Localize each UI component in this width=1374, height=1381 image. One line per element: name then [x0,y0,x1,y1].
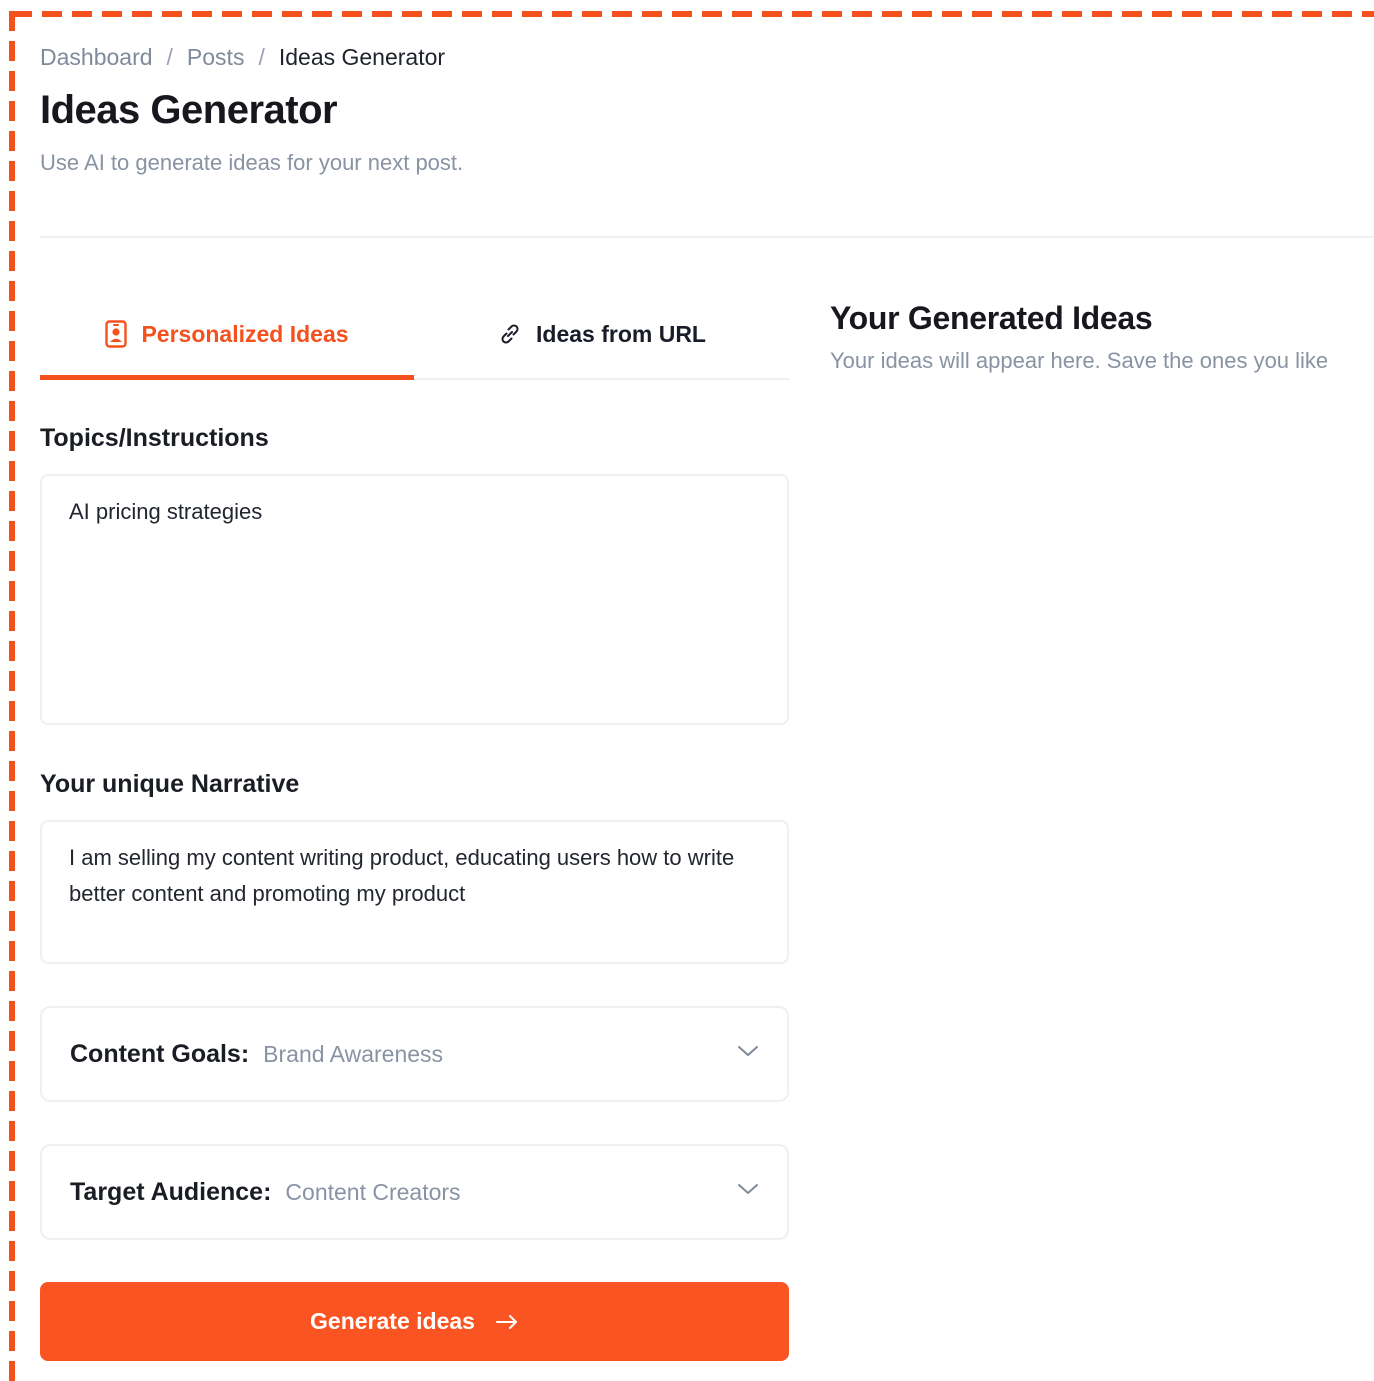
tab-label: Ideas from URL [536,320,706,347]
idea-source-tabs: Personalized Ideas Ideas from URL [40,290,790,380]
content-goals-value: Brand Awareness [263,1040,444,1067]
topics-label: Topics/Instructions [40,424,269,452]
breadcrumb-current: Ideas Generator [278,43,446,70]
link-icon [498,322,522,346]
topics-input[interactable]: AI pricing strategies [40,474,789,725]
page-subtitle: Use AI to generate ideas for your next p… [40,150,464,175]
narrative-input[interactable]: I am selling my content writing product,… [40,820,789,964]
chevron-down-icon [737,1044,759,1063]
dashed-border-top [12,11,1374,17]
tab-personalized-ideas[interactable]: Personalized Ideas [40,290,414,380]
user-badge-icon [105,320,128,348]
breadcrumb-separator: / [258,43,265,70]
tab-ideas-from-url[interactable]: Ideas from URL [414,290,790,378]
target-audience-select[interactable]: Target Audience: Content Creators [40,1144,789,1240]
dashed-border-left [9,11,15,1381]
narrative-label: Your unique Narrative [40,770,300,798]
page-title: Ideas Generator [40,88,338,132]
breadcrumb-dashboard[interactable]: Dashboard [40,44,153,71]
breadcrumb-posts[interactable]: Posts [187,44,245,71]
header-divider [40,236,1374,238]
breadcrumb: Dashboard / Posts / Ideas Generator [40,42,445,72]
generate-ideas-label: Generate ideas [310,1308,475,1334]
tab-label: Personalized Ideas [141,320,349,347]
content-goals-label: Content Goals: [70,1039,250,1068]
target-audience-value: Content Creators [285,1178,461,1205]
arrow-right-icon [495,1314,519,1330]
chevron-down-icon [737,1182,759,1201]
content-goals-select[interactable]: Content Goals: Brand Awareness [40,1006,789,1102]
generated-ideas-placeholder: Your ideas will appear here. Save the on… [830,348,1329,373]
app-window: Dashboard / Posts / Ideas Generator Idea… [0,0,1374,1381]
generate-ideas-button[interactable]: Generate ideas [40,1282,789,1361]
breadcrumb-separator: / [166,43,173,70]
target-audience-label: Target Audience: [70,1177,272,1206]
generated-ideas-title: Your Generated Ideas [830,300,1153,336]
